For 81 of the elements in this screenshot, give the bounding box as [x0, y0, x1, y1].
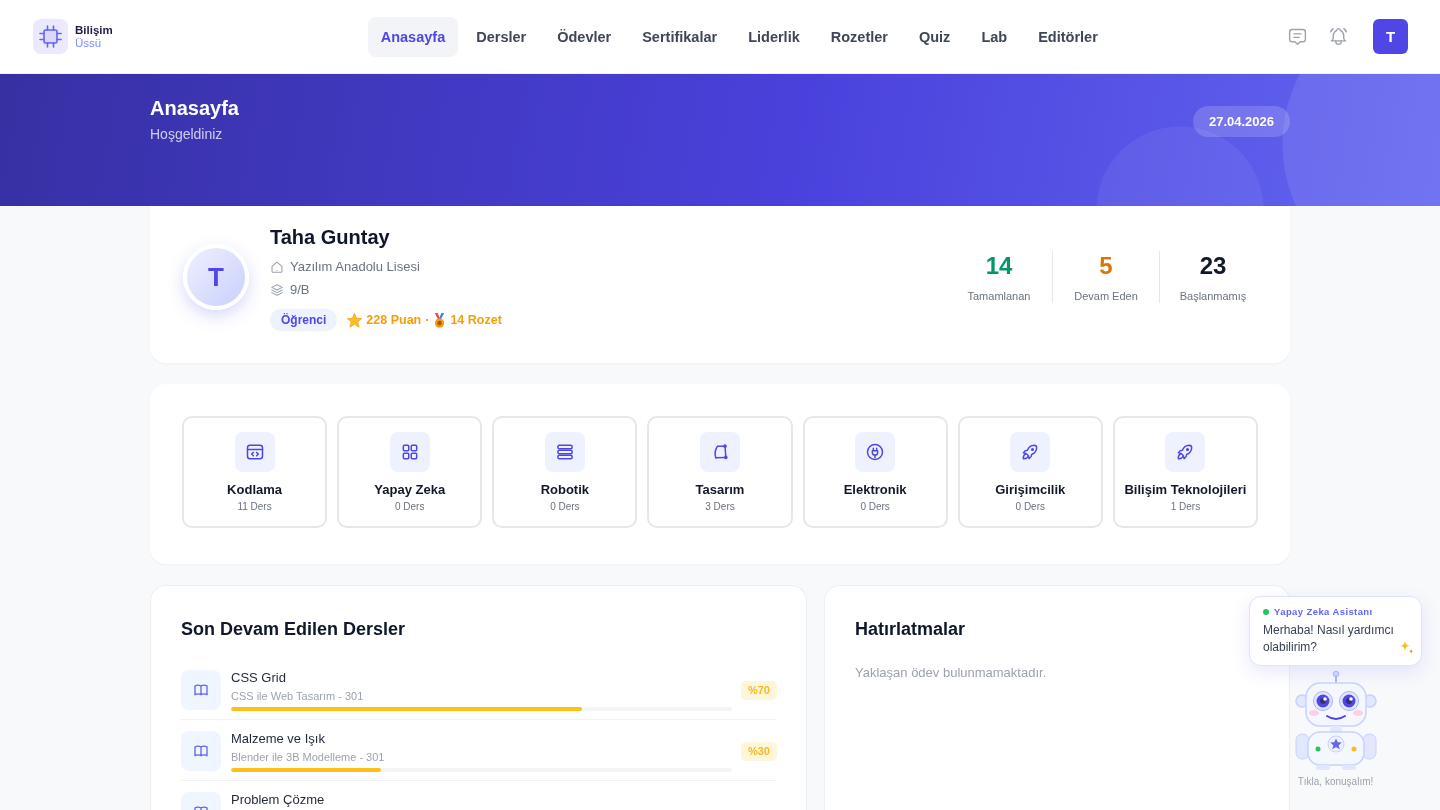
- lesson-count: 0 Ders: [860, 500, 890, 514]
- lesson-count: 3 Ders: [705, 500, 735, 514]
- nav-tab[interactable]: Quiz: [905, 16, 964, 57]
- code-window-icon: [234, 432, 275, 472]
- lesson-count: 0 Ders: [550, 500, 580, 514]
- book-icon[interactable]: [181, 670, 221, 710]
- category-tile[interactable]: Kodlama 11 Ders: [182, 416, 328, 528]
- click-hint: Tıkla, konuşalım!: [1297, 775, 1374, 789]
- category-name: Elektronik: [843, 481, 907, 498]
- section-title: Hatırlatmalar: [855, 618, 967, 641]
- category-name: Girişimcilik: [995, 481, 1066, 498]
- empty-message: Yaklaşan ödev bulunmamaktadır.: [855, 664, 1048, 682]
- school-name: Yazılım Anadolu Lisesi: [290, 258, 420, 276]
- course-name: Blender ile 3B Modelleme - 301: [231, 750, 386, 765]
- sparkle-icon: [1399, 640, 1414, 654]
- assistant-name: Yapay Zeka Asistanı: [1274, 605, 1373, 618]
- nav-tab[interactable]: Liderlik: [735, 16, 813, 57]
- category-tile[interactable]: Robotik 0 Ders: [492, 416, 638, 528]
- welcome-subtitle: Hoşgeldiniz: [150, 125, 224, 143]
- assistant-bubble[interactable]: Yapay Zeka Asistanı Merhaba! Nasıl yardımcı olabilirim?: [1249, 596, 1422, 666]
- course-name: CSS ile Web Tasarım - 301: [231, 689, 365, 704]
- date-badge: 27.04.2026: [1192, 106, 1290, 137]
- chat-icon[interactable]: [1287, 26, 1308, 47]
- stat-label: Devam Eden: [1073, 289, 1139, 303]
- category-tile[interactable]: Yapay Zeka 0 Ders: [337, 416, 483, 528]
- lesson-count: 1 Ders: [1170, 500, 1201, 514]
- stat-label: Başlanmamış: [1178, 289, 1248, 303]
- lesson-title[interactable]: CSS Grid: [231, 669, 732, 686]
- role-badge: Öğrenci: [270, 309, 338, 331]
- chip-logo-icon[interactable]: [33, 19, 68, 54]
- rocket-icon: [1165, 432, 1206, 472]
- percent-badge: %30: [740, 741, 777, 761]
- lesson-count: 11 Ders: [237, 500, 272, 514]
- plug-icon: [855, 432, 896, 472]
- nav-tab[interactable]: Dersler: [463, 16, 540, 57]
- lesson-count: 0 Ders: [1015, 500, 1045, 514]
- nav-tab[interactable]: Ödevler: [544, 16, 625, 57]
- separator-dot: ·: [425, 313, 430, 327]
- stacked-bars-icon: [544, 432, 585, 472]
- assistant-message: Merhaba! Nasıl yardımcı olabilirim?: [1263, 622, 1395, 656]
- stat-label: Tamamlanan: [966, 289, 1032, 303]
- category-name: Robotik: [540, 481, 590, 498]
- category-name: Yapay Zeka: [374, 481, 446, 498]
- category-tile[interactable]: Tasarım 3 Ders: [647, 416, 793, 528]
- percent-badge: %70: [740, 680, 777, 700]
- lesson-title[interactable]: Problem Çözme: [231, 791, 777, 808]
- page-title: Anasayfa: [150, 96, 239, 120]
- nav-tab[interactable]: Sertifikalar: [629, 16, 731, 57]
- notification-bell-icon[interactable]: [1328, 26, 1349, 47]
- category-name: Kodlama: [227, 481, 282, 498]
- class-name: 9/B: [290, 281, 310, 299]
- nav-tab[interactable]: Lab: [968, 16, 1021, 57]
- category-tile[interactable]: Bilişim Teknolojileri 1 Ders: [1112, 416, 1258, 528]
- section-title: Son Devam Edilen Dersler: [181, 618, 407, 641]
- book-icon[interactable]: [181, 731, 221, 771]
- nav-tab[interactable]: Editörler: [1025, 16, 1111, 57]
- pen-tool-icon: [700, 432, 740, 472]
- user-name: Taha Guntay: [270, 225, 391, 250]
- grid-icon: [389, 432, 430, 472]
- robot-drawing[interactable]: [1294, 670, 1377, 770]
- nav-tab[interactable]: Anasayfa: [367, 16, 459, 57]
- star-icon: [347, 312, 363, 328]
- badges-text: 14 Rozet: [450, 313, 502, 327]
- medal-icon: [433, 312, 447, 328]
- category-name: Tasarım: [695, 481, 745, 498]
- brand-name: Bilişim: [75, 23, 113, 36]
- category-tile[interactable]: Elektronik 0 Ders: [802, 416, 948, 528]
- category-name: Bilişim Teknolojileri: [1124, 481, 1247, 498]
- rocket-icon: [1010, 432, 1051, 472]
- points-text: 228 Puan: [366, 313, 422, 327]
- brand-subtitle: Üssü: [75, 36, 102, 50]
- stat-value: 5: [1098, 251, 1114, 281]
- layers-icon: [270, 283, 284, 297]
- stat-value: 23: [1198, 251, 1228, 281]
- house-icon: [270, 260, 284, 274]
- category-tile[interactable]: Girişimcilik 0 Ders: [957, 416, 1103, 528]
- lesson-title[interactable]: Malzeme ve Işık: [231, 730, 732, 747]
- stat-value: 14: [984, 251, 1014, 281]
- user-avatar-button[interactable]: T: [1373, 19, 1408, 54]
- lesson-count: 0 Ders: [395, 500, 425, 514]
- nav-tab[interactable]: Rozetler: [817, 16, 901, 57]
